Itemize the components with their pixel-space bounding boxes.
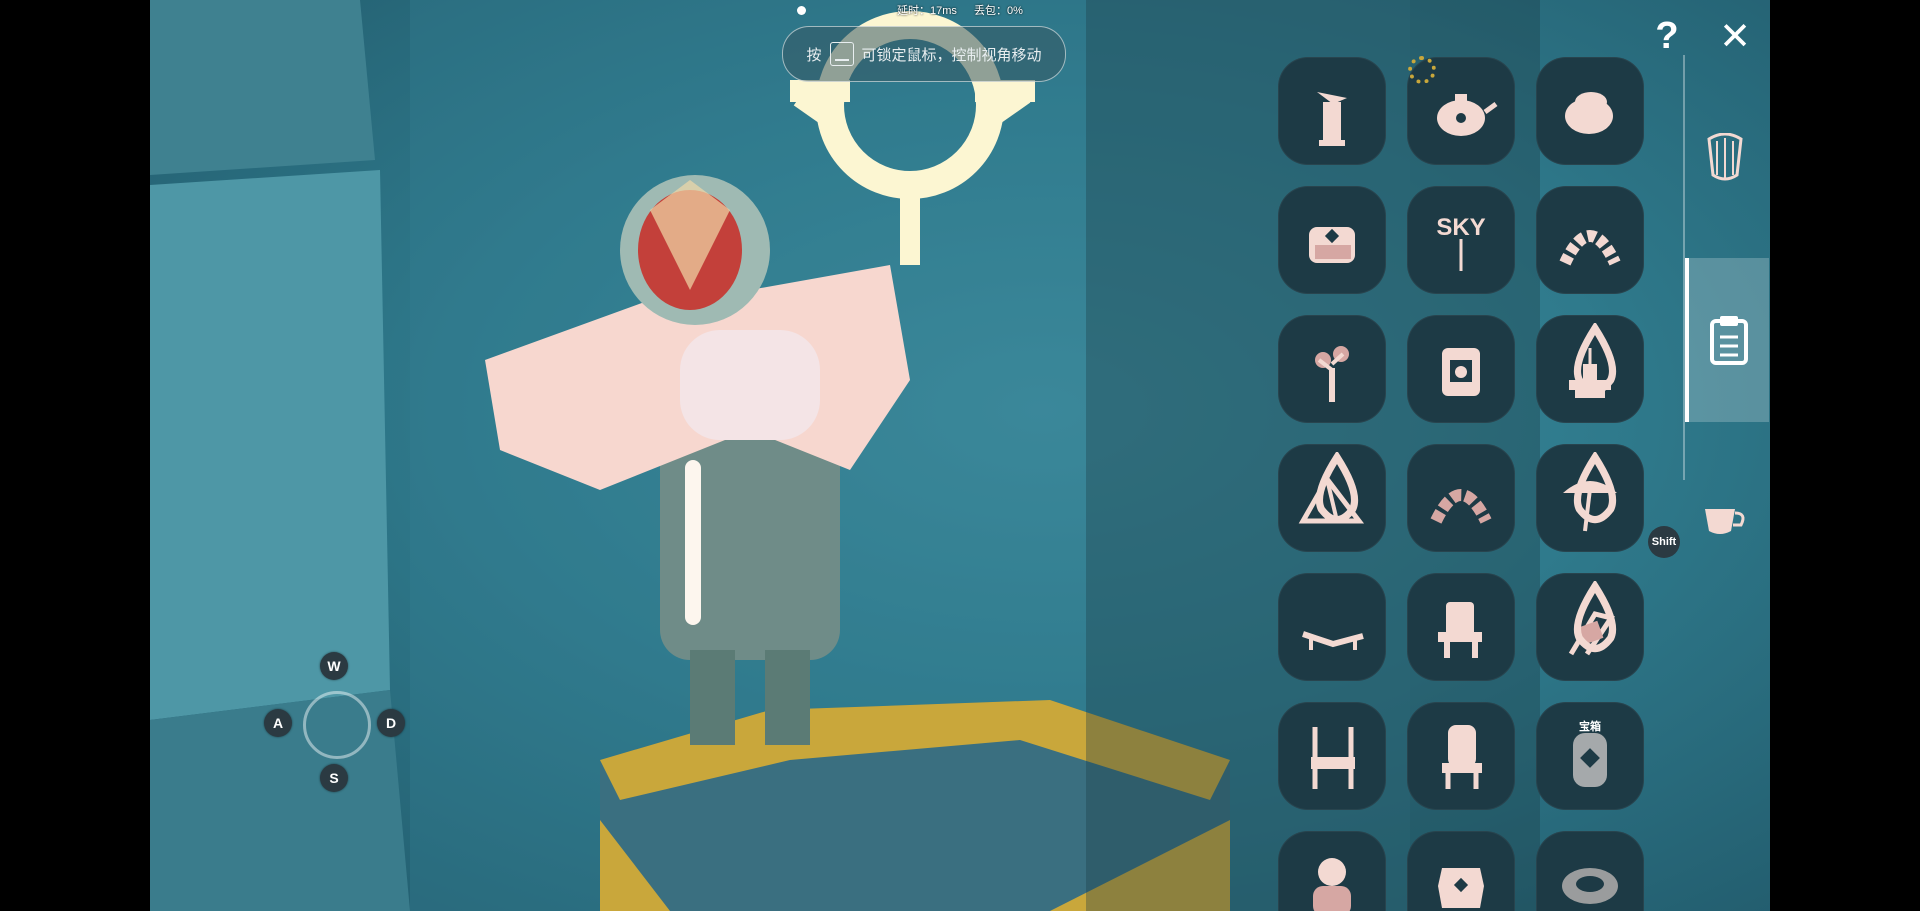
prop-slot[interactable] [1278, 573, 1386, 681]
prop-slot[interactable] [1536, 57, 1644, 165]
armchair-icon [1309, 227, 1355, 263]
prop-slot[interactable] [1536, 573, 1644, 681]
lock-prefix: 按 [806, 46, 822, 64]
tree-icon [1315, 346, 1349, 402]
prop-slot[interactable] [1536, 444, 1644, 552]
prop-slot[interactable] [1536, 315, 1644, 423]
prop-slot[interactable] [1407, 702, 1515, 810]
key-a[interactable]: A [264, 709, 292, 737]
gear-badge-icon [1408, 56, 1436, 84]
prop-slot[interactable] [1278, 831, 1386, 911]
key-d[interactable]: D [377, 709, 405, 737]
prop-slot[interactable] [1278, 186, 1386, 294]
droplet-icon [1315, 452, 1359, 524]
prop-slot[interactable]: SKY [1407, 186, 1515, 294]
prop-slot[interactable] [1278, 57, 1386, 165]
svg-text:SKY: SKY [1436, 214, 1485, 241]
tab-instruments[interactable] [1685, 108, 1765, 208]
lantern-icon [1438, 868, 1484, 908]
flower-arch-icon [1430, 489, 1492, 524]
lounge-chair-icon [1302, 631, 1364, 650]
adirondack-chair-icon [1438, 602, 1482, 658]
movement-joystick[interactable] [303, 691, 371, 759]
teacup-icon [1705, 509, 1745, 534]
mouse-lock-hint: 按 可锁定鼠标，控制视角移动 [782, 26, 1066, 82]
bird-totem-icon [1317, 92, 1347, 146]
help-button[interactable]: ? [1645, 14, 1689, 58]
highback-chair-icon [1442, 725, 1482, 789]
sky-balloons-icon: SKY [1436, 214, 1486, 271]
shift-key-hint[interactable]: Shift [1648, 526, 1680, 558]
prop-slot[interactable] [1536, 831, 1644, 911]
prop-slot[interactable] [1407, 444, 1515, 552]
bamboo-chair-icon [1311, 727, 1355, 789]
prop-slot[interactable]: 宝箱 [1536, 702, 1644, 810]
prop-slot[interactable] [1536, 186, 1644, 294]
bread-oven-icon [1565, 92, 1613, 134]
prop-slot[interactable] [1278, 315, 1386, 423]
prop-slot[interactable] [1407, 315, 1515, 423]
snowman-icon [1313, 858, 1351, 911]
close-button[interactable]: ✕ [1713, 14, 1757, 58]
prop-slot[interactable] [1278, 444, 1386, 552]
status-dot [797, 6, 806, 15]
bowl-icon [1562, 868, 1618, 904]
key-w[interactable]: W [320, 652, 348, 680]
key-s[interactable]: S [320, 764, 348, 792]
prop-slot[interactable] [1407, 573, 1515, 681]
prop-slot[interactable] [1407, 831, 1515, 911]
droplet-icon [1573, 581, 1617, 653]
teapot-icon [1437, 94, 1498, 136]
lock-hint-text: 可锁定鼠标，控制视角移动 [861, 46, 1042, 64]
tab-consumables[interactable] [1685, 470, 1765, 570]
network-status: 延时：17ms 丢包：0% [897, 2, 1037, 18]
slot-label: 宝箱 [1579, 721, 1601, 733]
droplet-icon [1573, 323, 1617, 395]
harp-icon [1707, 133, 1743, 181]
latency-text: 延时：17ms [897, 5, 957, 17]
packet-loss-text: 丢包：0% [973, 5, 1023, 17]
tab-props[interactable] [1685, 258, 1769, 422]
prop-slot[interactable] [1278, 702, 1386, 810]
balloon-arch-icon [1559, 230, 1621, 266]
keyboard-key-icon [829, 42, 854, 66]
droplet-icon [1573, 452, 1617, 524]
notepad-icon [1710, 316, 1748, 365]
fireplace-icon [1442, 348, 1480, 396]
